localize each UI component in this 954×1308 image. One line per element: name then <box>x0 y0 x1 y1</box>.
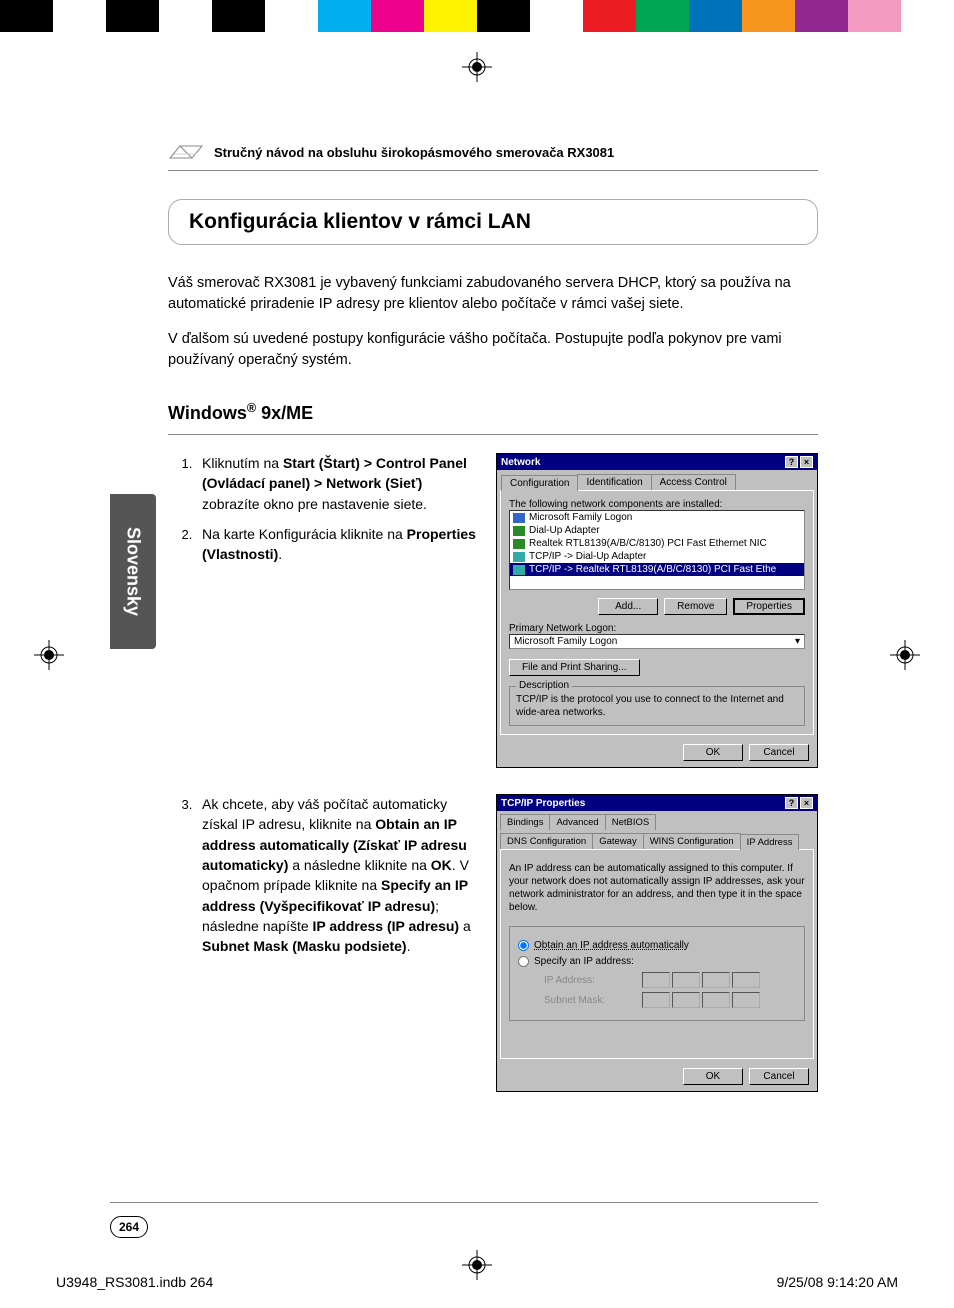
footer-timestamp: 9/25/08 9:14:20 AM <box>777 1274 898 1290</box>
chevron-down-icon: ▾ <box>795 636 800 647</box>
screenshot-network-dialog: Network ?× Configuration Identification … <box>496 453 818 768</box>
description-text: TCP/IP is the protocol you use to connec… <box>516 693 798 719</box>
header-title: Stručný návod na obsluhu širokopásmového… <box>214 145 614 160</box>
registration-mark-icon <box>462 52 492 82</box>
file-print-sharing-button[interactable]: File and Print Sharing... <box>509 659 640 676</box>
step-item: Kliknutím na Start (Štart) > Control Pan… <box>196 453 478 514</box>
radio-input[interactable] <box>518 940 529 951</box>
registration-mark-icon <box>890 640 920 670</box>
radio-obtain-auto[interactable]: Obtain an IP address automatically <box>518 940 796 951</box>
footer-filename: U3948_RS3081.indb 264 <box>56 1274 213 1290</box>
tab-advanced[interactable]: Advanced <box>549 814 605 830</box>
titlebar-buttons: ?× <box>785 797 813 809</box>
registration-mark-icon <box>34 640 64 670</box>
ok-button[interactable]: OK <box>683 744 743 761</box>
subhead-text: 9x/ME <box>256 403 313 423</box>
protocol-icon <box>513 565 525 575</box>
step-item: Ak chcete, aby váš počítač automaticky z… <box>196 794 478 956</box>
dialog-title: TCP/IP Properties <box>501 798 585 809</box>
subnet-mask-input[interactable] <box>642 992 760 1008</box>
adapter-icon <box>513 526 525 536</box>
registered-icon: ® <box>247 401 256 415</box>
step-list: Kliknutím na Start (Štart) > Control Pan… <box>168 453 478 768</box>
primary-logon-select[interactable]: Microsoft Family Logon▾ <box>509 634 805 649</box>
tab-netbios[interactable]: NetBIOS <box>605 814 657 830</box>
properties-button[interactable]: Properties <box>733 598 805 615</box>
titlebar-buttons: ?× <box>785 456 813 468</box>
page-content: Stručný návod na obsluhu širokopásmového… <box>168 140 818 1118</box>
close-icon[interactable]: × <box>800 797 813 809</box>
dialog-title: Network <box>501 457 540 468</box>
step-item: Na karte Konfigurácia kliknite na Proper… <box>196 524 478 565</box>
intro-block: Váš smerovač RX3081 je vybavený funkciam… <box>168 273 818 371</box>
tab-bindings[interactable]: Bindings <box>500 814 550 830</box>
step-list: Ak chcete, aby váš počítač automaticky z… <box>168 794 478 1092</box>
cancel-button[interactable]: Cancel <box>749 1068 809 1085</box>
tab-identification[interactable]: Identification <box>577 474 651 490</box>
page-header: Stručný návod na obsluhu širokopásmového… <box>168 140 818 171</box>
help-icon[interactable]: ? <box>785 456 798 468</box>
remove-button[interactable]: Remove <box>664 598 727 615</box>
tab-access-control[interactable]: Access Control <box>651 474 736 490</box>
tab-gateway[interactable]: Gateway <box>592 833 644 849</box>
subnet-mask-row: Subnet Mask: <box>544 992 796 1008</box>
tab-wins[interactable]: WINS Configuration <box>643 833 741 849</box>
groupbox-title: Description <box>516 680 572 691</box>
label-components: The following network components are ins… <box>509 499 805 510</box>
add-button[interactable]: Add... <box>598 598 658 615</box>
radio-input[interactable] <box>518 956 529 967</box>
os-subheading: Windows® 9x/ME <box>168 401 818 435</box>
ok-button[interactable]: OK <box>683 1068 743 1085</box>
client-icon <box>513 513 525 523</box>
page-number: 264 <box>110 1216 148 1238</box>
tab-dns[interactable]: DNS Configuration <box>500 833 593 849</box>
help-icon[interactable]: ? <box>785 797 798 809</box>
ip-address-row: IP Address: <box>544 972 796 988</box>
section-title: Konfigurácia klientov v rámci LAN <box>168 199 818 245</box>
intro-paragraph: Váš smerovač RX3081 je vybavený funkciam… <box>168 273 818 315</box>
close-icon[interactable]: × <box>800 456 813 468</box>
components-listbox[interactable]: Microsoft Family Logon Dial-Up Adapter R… <box>509 510 805 590</box>
adapter-icon <box>513 539 525 549</box>
print-color-bar <box>0 0 954 32</box>
intro-paragraph: V ďalšom sú uvedené postupy konfigurácie… <box>168 329 818 371</box>
radio-specify[interactable]: Specify an IP address: <box>518 956 796 967</box>
label-primary-logon: Primary Network Logon: <box>509 623 805 634</box>
tab-ip-address[interactable]: IP Address <box>740 834 800 850</box>
screenshot-tcpip-dialog: TCP/IP Properties ?× Bindings Advanced N… <box>496 794 818 1092</box>
footer-rule <box>110 1202 818 1203</box>
tab-configuration[interactable]: Configuration <box>501 475 578 491</box>
ip-note: An IP address can be automatically assig… <box>509 858 805 918</box>
router-logo-icon <box>168 140 204 164</box>
protocol-icon <box>513 552 525 562</box>
ip-address-input[interactable] <box>642 972 760 988</box>
print-footer: U3948_RS3081.indb 264 9/25/08 9:14:20 AM <box>56 1274 898 1290</box>
subhead-text: Windows <box>168 403 247 423</box>
language-tab: Slovensky <box>110 494 156 649</box>
cancel-button[interactable]: Cancel <box>749 744 809 761</box>
